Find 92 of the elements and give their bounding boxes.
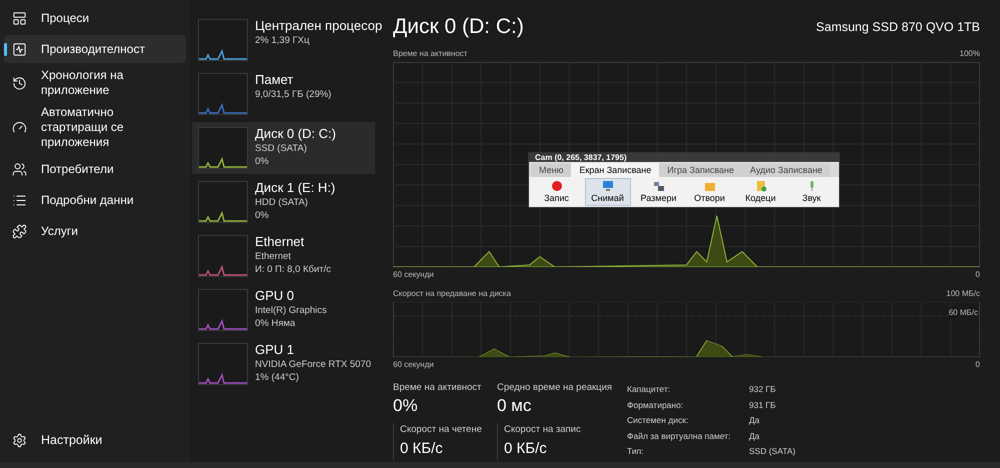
device-graph <box>198 343 248 385</box>
gauge-icon <box>12 120 27 135</box>
device-name: GPU 1 <box>255 342 296 358</box>
device-item[interactable]: Диск 1 (E: H:) HDD (SATA) 0% <box>192 176 375 228</box>
axis-min: 0 <box>976 269 980 281</box>
device-name: Ethernet <box>255 234 306 250</box>
scale-label: 60 МБ/с <box>948 307 978 319</box>
nav-item[interactable]: Процеси <box>4 4 186 32</box>
stat-label: Скорост на запис <box>504 423 582 438</box>
chart-label: Време на активност <box>393 48 468 60</box>
nav-item[interactable]: Подробни данни <box>4 186 186 214</box>
nav-item[interactable]: Услуги <box>4 217 186 245</box>
device-name: Диск 0 (D: C:) <box>255 126 336 142</box>
recorder-tab[interactable]: Аудио Записване <box>742 163 830 177</box>
device-name: Диск 1 (E: H:) <box>255 180 336 196</box>
property-key: Системен диск: <box>627 413 749 428</box>
recorder-tab[interactable]: Игра Записване <box>659 163 742 177</box>
property-key: Капацитет: <box>627 382 749 398</box>
property-value: SSD (SATA) <box>749 445 796 458</box>
time-label: 60 секунди <box>393 269 434 281</box>
activity-icon <box>12 42 27 56</box>
stat-label: Скорост на четене <box>400 423 483 438</box>
device-graph <box>198 235 248 277</box>
stat-label: Време на активност <box>393 381 482 395</box>
chart-label: Скорост на предаване на диска <box>393 288 511 300</box>
monitor-icon <box>602 180 614 192</box>
history-icon <box>12 76 27 90</box>
device-item[interactable]: GPU 0 Intel(R) Graphics 0% Няма <box>192 284 375 336</box>
device-graph <box>198 127 248 169</box>
nav-item[interactable]: Хронология на приложение <box>4 66 186 100</box>
recorder-tool[interactable]: Звук <box>788 178 834 206</box>
recorder-tool[interactable]: Кодеци <box>738 178 784 206</box>
property-key: Тип: <box>627 444 749 460</box>
device-detail: NVIDIA GeForce RTX 5070 <box>255 358 371 371</box>
settings-icon <box>12 432 27 448</box>
stat-value: 0 КБ/с <box>400 438 444 458</box>
recorder-tool[interactable]: Размери <box>636 178 682 206</box>
recorder-tab[interactable]: Меню <box>531 163 572 177</box>
device-name: Централен процесор <box>255 18 382 34</box>
stat-value: 0% <box>393 395 419 418</box>
device-detail: Intel(R) Graphics <box>255 304 327 317</box>
device-name: Памет <box>255 72 294 88</box>
device-graph <box>198 73 248 115</box>
device-detail: 0% Няма <box>255 317 296 330</box>
device-detail: 2% 1,39 ГХц <box>255 34 310 47</box>
recorder-tool[interactable]: Запис <box>534 178 580 206</box>
time-label: 60 секунди <box>393 359 434 371</box>
nav-item[interactable]: Производителност <box>4 35 186 63</box>
record-icon <box>550 180 562 192</box>
device-detail: SSD (SATA) <box>255 142 308 155</box>
axis-min: 0 <box>976 359 980 371</box>
property-value: 931 ГБ <box>749 398 777 412</box>
property-value: Да <box>749 430 760 443</box>
nav-item[interactable]: Автоматично стартиращи се приложения <box>4 103 186 152</box>
stat-label: Средно време на реакция <box>497 381 614 395</box>
device-item[interactable]: GPU 1 NVIDIA GeForce RTX 5070 1% (44°C) <box>192 338 375 390</box>
stat-value: 0 КБ/с <box>504 438 548 458</box>
device-detail: HDD (SATA) <box>255 196 309 209</box>
device-detail: 0% <box>255 209 270 222</box>
recorder-tool[interactable]: Снимай <box>584 178 630 206</box>
stat-value: 0 мс <box>497 395 532 418</box>
puzzle-icon <box>12 224 27 238</box>
device-graph <box>198 181 248 223</box>
nav-item[interactable]: Потребители <box>4 155 186 183</box>
axis-max: 100% <box>960 48 980 60</box>
disk-model: Samsung SSD 870 QVO 1TB <box>816 19 980 36</box>
device-graph <box>198 19 248 61</box>
users-icon <box>12 162 27 176</box>
recorder-tool[interactable]: Отвори <box>686 178 732 206</box>
resize-icon <box>652 180 664 192</box>
property-value: 932 ГБ <box>749 383 777 396</box>
recorder-tab[interactable]: Екран Записване <box>571 163 660 177</box>
folder-icon <box>704 180 716 192</box>
property-key: Форматирано: <box>627 398 749 413</box>
device-item[interactable]: Ethernet Ethernet И: 0 П: 8,0 Кбит/с <box>192 230 375 282</box>
device-graph <box>198 289 248 331</box>
file-icon <box>754 180 766 192</box>
device-detail: 9,0/31,5 ГБ (29%) <box>255 88 332 101</box>
property-value: Да <box>749 414 760 427</box>
panels-icon <box>12 10 27 26</box>
device-name: GPU 0 <box>255 288 296 304</box>
axis-max: 100 МБ/с <box>946 288 980 300</box>
device-detail: 0% <box>255 155 270 168</box>
disk-title: Диск 0 (D: C:) <box>393 14 524 40</box>
settings-item[interactable]: Настройки <box>4 426 186 454</box>
device-detail: 1% (44°C) <box>255 371 300 384</box>
device-item[interactable]: Памет 9,0/31,5 ГБ (29%) <box>192 68 375 120</box>
property-key: Файл за виртуална памет: <box>627 428 749 444</box>
device-detail: Ethernet <box>255 250 292 263</box>
recorder-title: Cam (0, 265, 3837, 1795) <box>535 153 627 162</box>
device-item[interactable]: Диск 0 (D: C:) SSD (SATA) 0% <box>192 122 375 174</box>
device-detail: И: 0 П: 8,0 Кбит/с <box>255 263 332 276</box>
